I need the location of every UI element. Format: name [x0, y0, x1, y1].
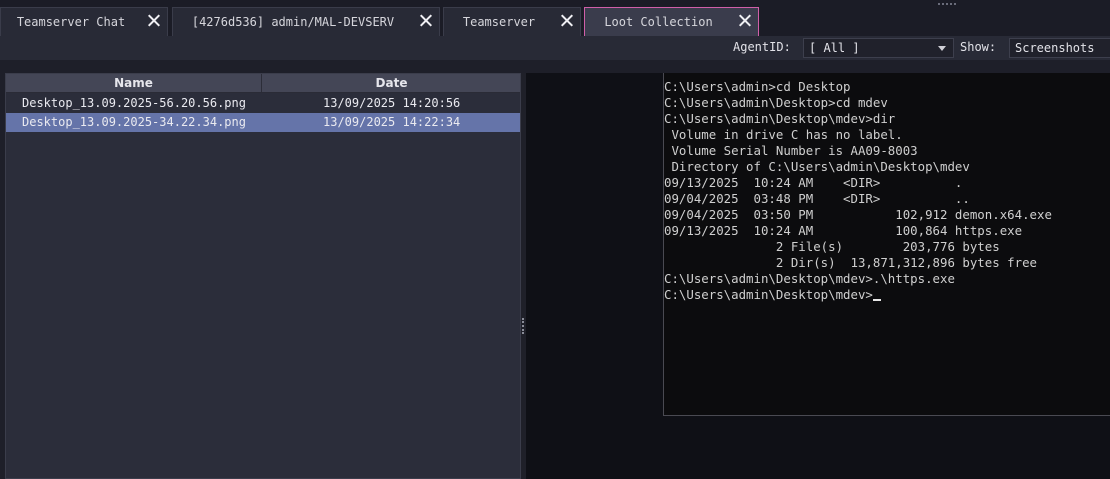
file-name: Desktop_13.09.2025-34.22.34.png: [22, 115, 246, 129]
loot-table: Name Date Desktop_13.09.2025-56.20.56.pn…: [5, 73, 521, 479]
tab-teamserver-chat[interactable]: Teamserver Chat: [0, 7, 168, 36]
loot-toolbar: AgentID: [ All ] Show: Screenshots: [0, 36, 1110, 60]
console-line: Directory of C:\Users\admin\Desktop\mdev: [664, 159, 970, 174]
console-prompt-line: C:\Users\admin\Desktop\mdev>: [664, 287, 1052, 303]
console-line: C:\Users\admin\Desktop>cd mdev: [664, 95, 888, 110]
show-value: Screenshots: [1015, 41, 1095, 55]
tab-teamserver[interactable]: Teamserver: [443, 7, 581, 36]
console-line: 09/04/2025 03:48 PM <DIR> ..: [664, 191, 970, 206]
close-icon[interactable]: [419, 14, 432, 27]
table-row-selected[interactable]: Desktop_13.09.2025-34.22.34.png 13/09/20…: [6, 113, 520, 132]
agent-id-label: AgentID:: [733, 40, 791, 54]
tab-agent-session[interactable]: [4276d536] admin/MAL-DEVSERV: [172, 7, 440, 36]
text-cursor: [872, 299, 881, 301]
show-select[interactable]: Screenshots: [1009, 38, 1110, 58]
column-header-date[interactable]: Date: [263, 74, 520, 92]
table-header: Name Date: [6, 74, 520, 93]
close-icon[interactable]: [738, 14, 751, 27]
console-line: C:\Users\admin\Desktop\mdev>dir: [664, 111, 896, 126]
agent-id-value: [ All ]: [809, 41, 860, 55]
console-prompt: C:\Users\admin\Desktop\mdev>: [664, 287, 873, 302]
console-output: C:\Users\admin>cd Desktop C:\Users\admin\…: [664, 79, 1052, 303]
table-row[interactable]: Desktop_13.09.2025-56.20.56.png 13/09/20…: [6, 94, 520, 113]
column-header-name[interactable]: Name: [6, 74, 262, 92]
screenshot-preview: C:\Users\admin>cd Desktop C:\Users\admin\…: [526, 73, 1110, 479]
tab-bar: Teamserver Chat [4276d536] admin/MAL-DEV…: [0, 0, 1110, 36]
tab-label: Teamserver: [462, 15, 536, 29]
tab-label: [4276d536] admin/MAL-DEVSERV: [191, 15, 395, 29]
file-date: 13/09/2025 14:20:56: [323, 96, 461, 110]
console-line: 09/13/2025 10:24 AM 100,864 https.exe: [664, 223, 1023, 238]
console-line: 09/13/2025 10:24 AM <DIR> .: [664, 175, 963, 190]
screenshot-image: C:\Users\admin>cd Desktop C:\Users\admin\…: [663, 73, 1110, 416]
tab-label: Loot Collection: [604, 15, 713, 29]
console-line: Volume in drive C has no label.: [664, 127, 903, 142]
tab-loot-collection[interactable]: Loot Collection: [584, 7, 759, 36]
agent-id-select[interactable]: [ All ]: [803, 38, 954, 58]
console-line: 09/04/2025 03:50 PM 102,912 demon.x64.ex…: [664, 207, 1052, 222]
file-date: 13/09/2025 14:22:34: [323, 115, 461, 129]
console-line: 2 Dir(s) 13,871,312,896 bytes free: [664, 255, 1037, 270]
close-icon[interactable]: [560, 14, 573, 27]
file-name: Desktop_13.09.2025-56.20.56.png: [22, 96, 246, 110]
show-label: Show:: [960, 40, 997, 54]
console-line: 2 File(s) 203,776 bytes: [664, 239, 1000, 254]
drag-handle-icon[interactable]: [938, 3, 956, 5]
close-icon[interactable]: [147, 14, 160, 27]
console-line: C:\Users\admin>cd Desktop: [664, 79, 851, 94]
tab-label: Teamserver Chat: [16, 15, 126, 29]
chevron-down-icon: [938, 46, 946, 51]
console-line: Volume Serial Number is AA09-8003: [664, 143, 918, 158]
console-line: C:\Users\admin\Desktop\mdev>.\https.exe: [664, 271, 955, 286]
splitter-grip-icon[interactable]: [522, 318, 524, 334]
